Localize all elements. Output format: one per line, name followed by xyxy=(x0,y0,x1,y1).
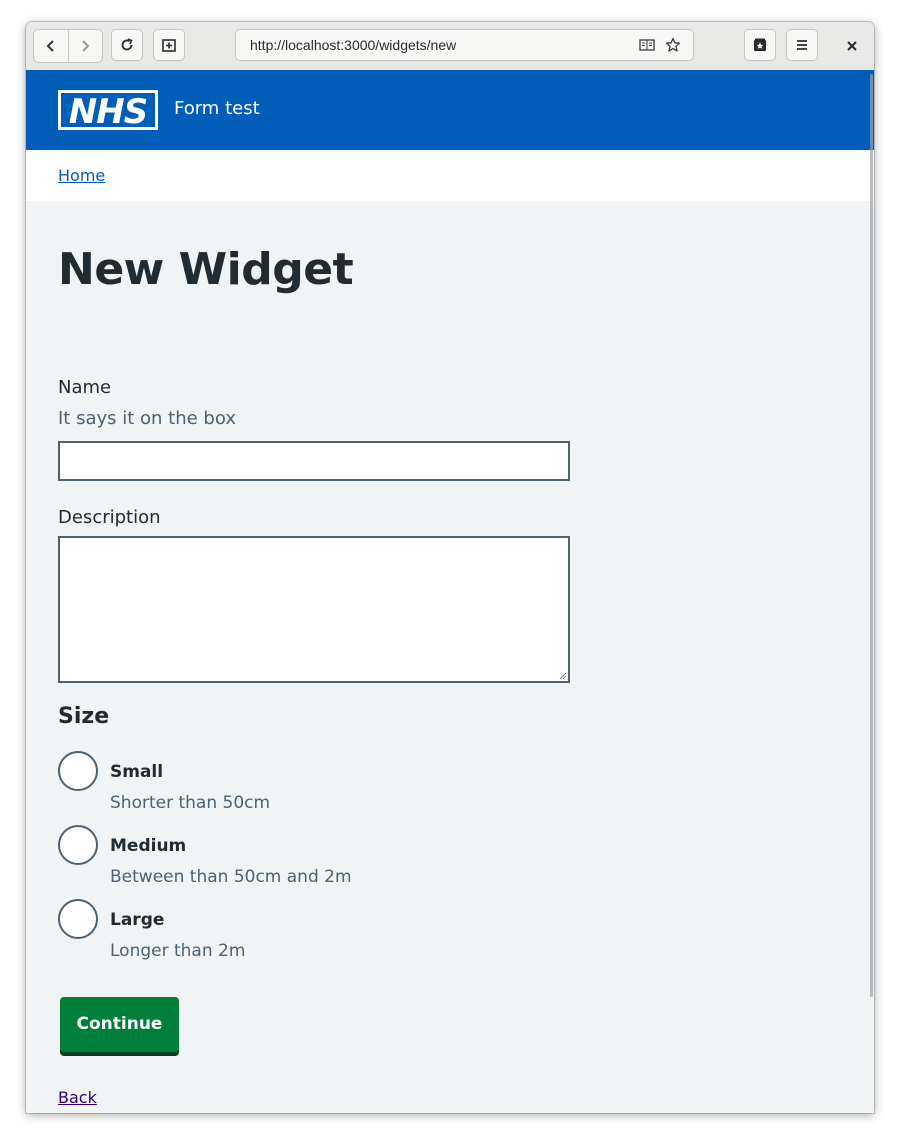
forward-nav-button[interactable] xyxy=(67,30,103,62)
browser-toolbar: http://localhost:3000/widgets/new xyxy=(26,22,874,71)
site-header: NHS Form test xyxy=(26,70,874,150)
bookmarks-menu-button[interactable] xyxy=(744,29,776,61)
bookmarks-menu-icon xyxy=(754,38,766,51)
resize-handle-icon[interactable] xyxy=(559,672,567,680)
radio-small-hint: Shorter than 50cm xyxy=(110,793,271,813)
browser-window: http://localhost:3000/widgets/new NHS Fo… xyxy=(26,22,874,1113)
page-viewport: NHS Form test Home New Widget Name It sa… xyxy=(26,70,874,1113)
nav-buttons xyxy=(33,29,103,63)
back-nav-button[interactable] xyxy=(34,30,68,62)
nhs-logo-text: NHS xyxy=(69,92,147,130)
radio-small[interactable] xyxy=(58,751,98,791)
reload-icon xyxy=(121,38,133,51)
service-name[interactable]: Form test xyxy=(174,98,260,119)
name-label: Name xyxy=(58,377,112,398)
radio-large-label[interactable]: Large xyxy=(110,910,164,930)
bookmark-star-icon[interactable] xyxy=(661,37,685,53)
new-tab-button[interactable] xyxy=(153,29,185,61)
continue-button[interactable]: Continue xyxy=(60,997,179,1052)
address-bar[interactable]: http://localhost:3000/widgets/new xyxy=(235,29,694,61)
name-hint: It says it on the box xyxy=(58,408,236,429)
radio-large[interactable] xyxy=(58,899,98,939)
breadcrumb: Home xyxy=(26,150,874,201)
page-title: New Widget xyxy=(58,244,354,295)
radio-medium-hint: Between than 50cm and 2m xyxy=(110,867,352,887)
chevron-right-icon xyxy=(82,40,90,52)
breadcrumb-home-link[interactable]: Home xyxy=(58,166,105,185)
radio-large-hint: Longer than 2m xyxy=(110,941,246,961)
new-tab-icon xyxy=(162,39,176,52)
radio-small-label[interactable]: Small xyxy=(110,762,163,782)
nhs-logo[interactable]: NHS xyxy=(58,90,158,132)
reader-view-icon[interactable] xyxy=(635,38,659,52)
name-input[interactable] xyxy=(58,441,570,481)
main-menu-button[interactable] xyxy=(786,29,818,61)
url-text[interactable]: http://localhost:3000/widgets/new xyxy=(250,37,635,53)
radio-medium-label[interactable]: Medium xyxy=(110,836,186,856)
description-textarea[interactable] xyxy=(58,536,570,683)
reload-button[interactable] xyxy=(111,29,143,61)
close-window-button[interactable] xyxy=(842,36,862,56)
close-icon xyxy=(847,41,857,51)
hamburger-menu-icon xyxy=(797,40,807,50)
scrollbar[interactable] xyxy=(870,74,873,997)
chevron-left-icon xyxy=(46,40,54,52)
size-legend: Size xyxy=(58,704,110,729)
back-link[interactable]: Back xyxy=(58,1088,97,1107)
description-label: Description xyxy=(58,507,161,528)
radio-medium[interactable] xyxy=(58,825,98,865)
